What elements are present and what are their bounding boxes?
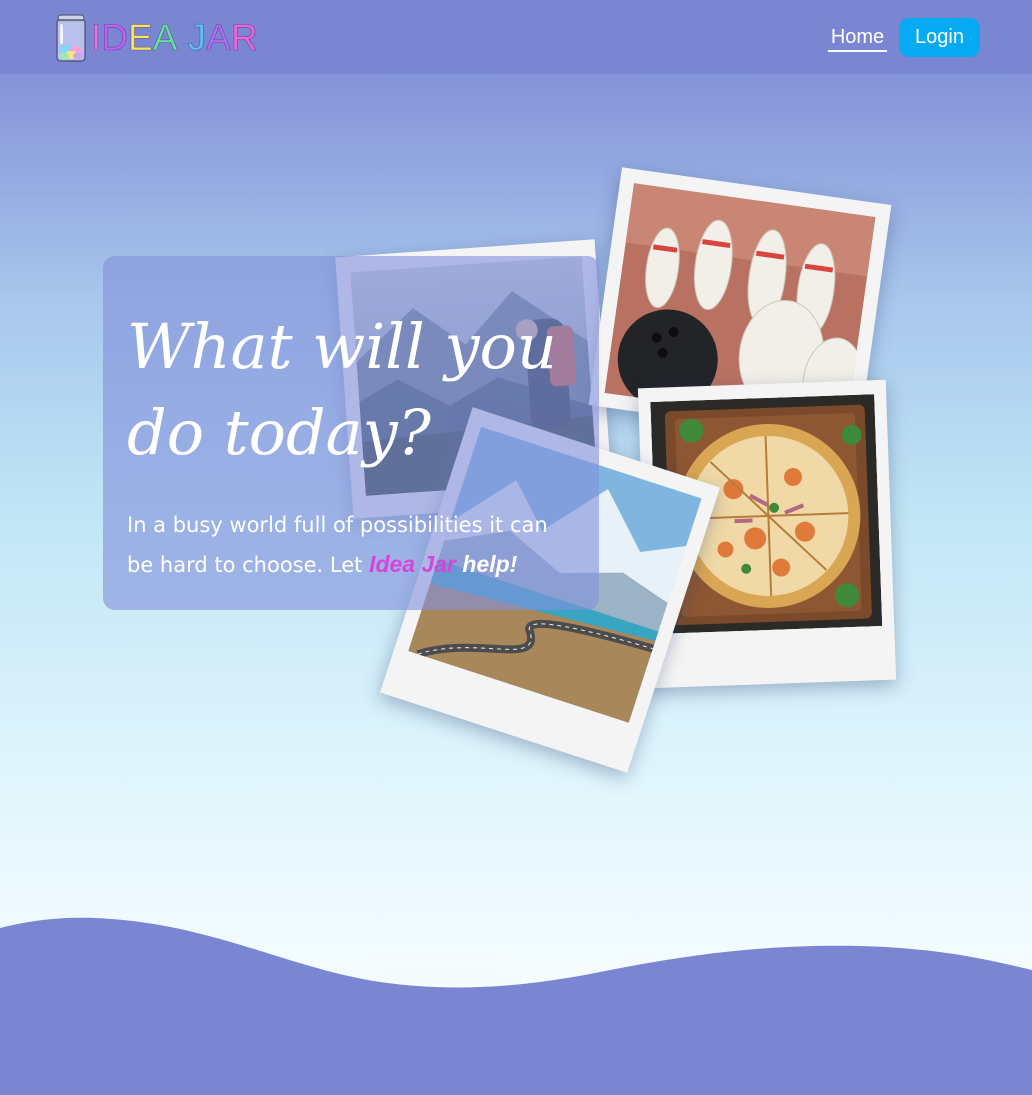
- logo-letter: E: [128, 17, 153, 59]
- logo-letter: D: [101, 17, 129, 59]
- hero-title-line2: do today?: [127, 396, 431, 469]
- navbar: IDEA JAR Home Login: [0, 0, 1032, 74]
- jar-icon: [56, 14, 86, 62]
- logo[interactable]: IDEA JAR: [54, 14, 258, 62]
- logo-letter: I: [91, 17, 102, 59]
- logo-letter: [177, 17, 187, 58]
- logo-letter: R: [230, 17, 258, 59]
- hero-title: What will you do today?: [127, 304, 567, 476]
- nav-home-link[interactable]: Home: [828, 24, 887, 52]
- brand-name: Idea Jar: [369, 551, 457, 577]
- hero-card: What will you do today? In a busy world …: [103, 256, 599, 610]
- logo-letter: A: [206, 17, 231, 59]
- logo-letter: J: [187, 17, 207, 59]
- help-text: help!: [456, 551, 518, 577]
- logo-letter: A: [152, 17, 178, 59]
- hero-title-line1: What will you: [127, 310, 557, 383]
- bottom-wave: [0, 917, 1032, 1095]
- login-button[interactable]: Login: [899, 18, 980, 57]
- logo-text: IDEA JAR: [91, 14, 258, 62]
- hero-subtitle: In a busy world full of possibilities it…: [127, 506, 577, 585]
